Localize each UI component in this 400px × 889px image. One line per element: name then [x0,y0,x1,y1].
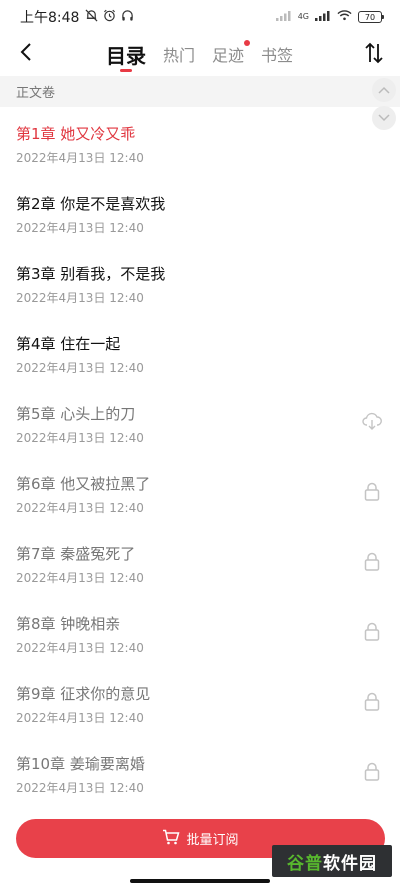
chapter-item[interactable]: 第3章 别看我，不是我 2022年4月13日 12:40 [0,247,400,317]
chapter-title: 第4章 住在一起 [16,335,121,353]
chapter-date: 2022年4月13日 12:40 [16,291,144,305]
chapter-title: 第8章 钟晚相亲 [16,615,121,633]
chapter-item[interactable]: 第8章 钟晚相亲 2022年4月13日 12:40 [0,597,400,667]
tab-contents[interactable]: 目录 [106,34,146,74]
lock-icon [362,481,382,501]
chapter-date: 2022年4月13日 12:40 [16,501,144,515]
alarm-icon [103,9,116,26]
chapter-item[interactable]: 第7章 秦盛冤死了 2022年4月13日 12:40 [0,527,400,597]
chapter-date: 2022年4月13日 12:40 [16,151,144,165]
chapter-title: 第3章 别看我，不是我 [16,265,166,283]
chapter-date: 2022年4月13日 12:40 [16,711,144,725]
chapter-list: 第1章 她又冷又乖 2022年4月13日 12:40 第2章 你是不是喜欢我 2… [0,107,400,807]
cloud-download-icon[interactable] [362,411,382,431]
tab-history[interactable]: 足迹 [212,34,251,74]
chapter-item[interactable]: 第6章 他又被拉黑了 2022年4月13日 12:40 [0,457,400,527]
volume-title: 正文卷 [16,86,56,101]
chapter-title: 第10章 姜瑜要离婚 [16,755,145,773]
chapter-date: 2022年4月13日 12:40 [16,431,144,445]
home-indicator[interactable] [130,879,270,883]
lock-icon [362,621,382,641]
status-left-icons [85,9,134,26]
lock-icon [362,551,382,571]
signal-weak-icon [275,10,292,25]
status-bar: 上午8:48 4G 70 [0,0,400,34]
chapter-title: 第1章 她又冷又乖 [16,125,136,143]
chapter-item[interactable]: 第4章 住在一起 2022年4月13日 12:40 [0,317,400,387]
chapter-date: 2022年4月13日 12:40 [16,221,144,235]
chevron-left-icon [20,43,31,61]
subscribe-label: 批量订阅 [186,833,239,848]
chapter-title: 第2章 你是不是喜欢我 [16,195,166,213]
scroll-up-button[interactable] [372,78,396,102]
volume-header: 正文卷 [0,76,400,107]
lock-icon [362,691,382,711]
tab-bar: 目录 热门 足迹 书签 [106,34,310,74]
tab-bookmarks[interactable]: 书签 [261,34,293,74]
tab-label: 目录 [106,43,146,68]
sort-arrows-icon [365,42,383,64]
back-button[interactable] [14,38,38,66]
cart-icon [162,829,180,849]
lock-icon [362,761,382,781]
chapter-date: 2022年4月13日 12:40 [16,571,144,585]
watermark-text-green: 谷普 [287,853,323,874]
chapter-item[interactable]: 第2章 你是不是喜欢我 2022年4月13日 12:40 [0,177,400,247]
signal-strong-icon [315,10,331,25]
chapter-title: 第7章 秦盛冤死了 [16,545,136,563]
chapter-item[interactable]: 第10章 姜瑜要离婚 2022年4月13日 12:40 [0,737,400,807]
watermark-text-white: 软件园 [323,853,377,874]
chapter-title: 第5章 心头上的刀 [16,405,136,423]
watermark-logo: 谷普 软件园 [272,845,392,877]
tab-label: 热门 [163,46,196,65]
network-type: 4G [297,12,309,21]
status-right: 4G 70 [275,9,384,25]
sort-order-button[interactable] [362,40,386,66]
chapter-item[interactable]: 第1章 她又冷又乖 2022年4月13日 12:40 [0,107,400,177]
tab-label: 书签 [261,46,294,65]
chevron-up-icon [378,86,390,94]
chapter-date: 2022年4月13日 12:40 [16,361,144,375]
wifi-icon [337,9,352,25]
chapter-date: 2022年4月13日 12:40 [16,781,144,795]
battery-indicator: 70 [358,11,384,23]
notification-dot [244,40,251,46]
tab-popular[interactable]: 热门 [163,34,195,74]
chapter-item[interactable]: 第9章 征求你的意见 2022年4月13日 12:40 [0,667,400,737]
chapter-date: 2022年4月13日 12:40 [16,641,144,655]
chapter-title: 第6章 他又被拉黑了 [16,475,151,493]
chapter-title: 第9章 征求你的意见 [16,685,151,703]
mute-bell-icon [85,9,98,26]
nav-bar: 目录 热门 足迹 书签 [0,34,400,74]
chapter-item[interactable]: 第5章 心头上的刀 2022年4月13日 12:40 [0,387,400,457]
status-time: 上午8:48 [20,10,80,26]
headphones-icon [121,9,134,26]
tab-label: 足迹 [212,46,245,65]
